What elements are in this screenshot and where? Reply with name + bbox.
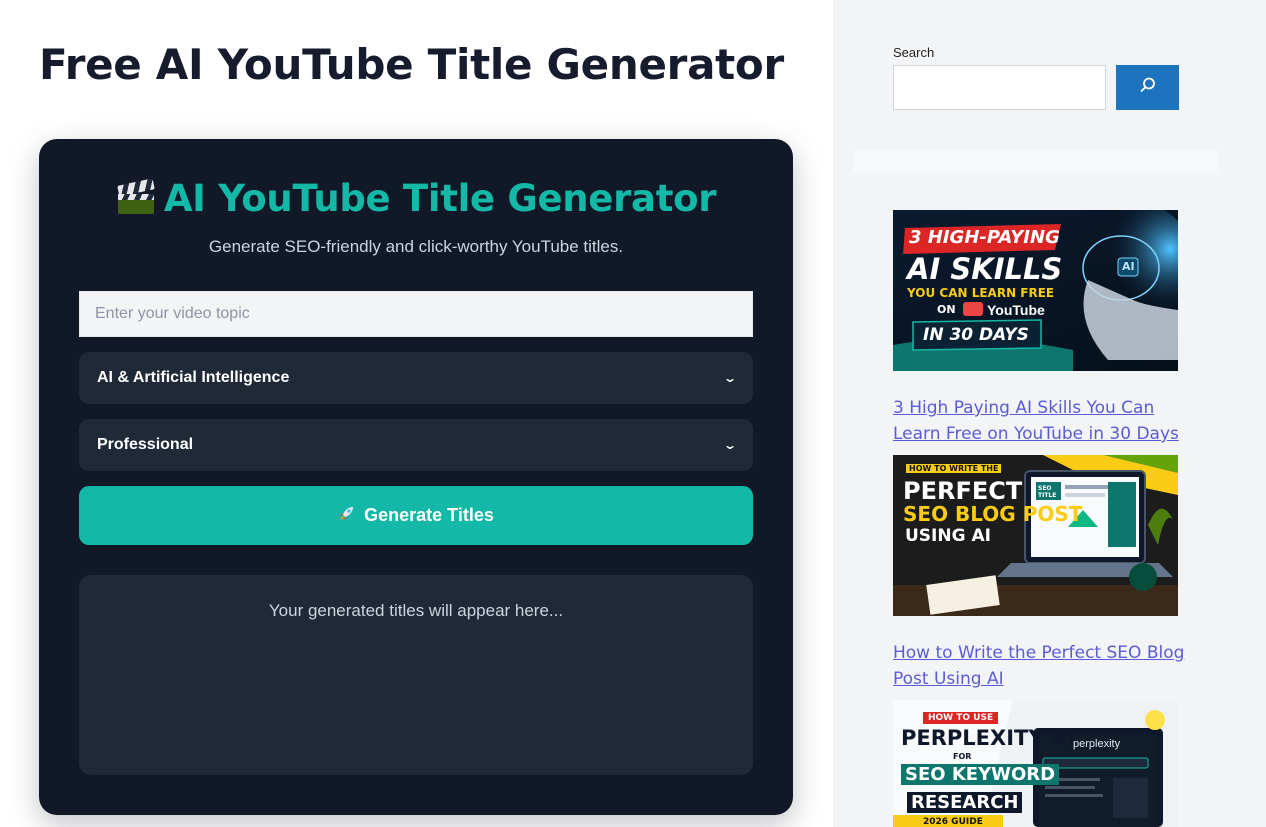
- tool-heading: AI YouTube Title Generator: [39, 177, 793, 220]
- chevron-down-icon: ⌄: [722, 438, 738, 452]
- titles-output-panel: Your generated titles will appear here..…: [79, 575, 753, 775]
- post-link-ai-skills[interactable]: 3 High Paying AI Skills You Can Learn Fr…: [893, 395, 1193, 447]
- tool-subheading: Generate SEO-friendly and click-worthy Y…: [208, 237, 624, 256]
- post-thumbnail-ai-skills[interactable]: 3 HIGH-PAYING AI SKILLS YOU CAN LEARN FR…: [893, 210, 1178, 371]
- search-input[interactable]: [893, 65, 1106, 110]
- category-select[interactable]: AI & Artificial Intelligence ⌄: [79, 352, 753, 404]
- post-thumbnail-perplexity[interactable]: HOW TO USE PERPLEXITY AI FOR SEO KEYWORD…: [893, 700, 1178, 827]
- search-button[interactable]: [1116, 65, 1179, 110]
- output-placeholder: Your generated titles will appear here..…: [268, 601, 564, 620]
- search-icon: [1139, 76, 1157, 99]
- post-thumbnail-seo-blog-post[interactable]: HOW TO WRITE THE PERFECT SEO BLOG POST U…: [893, 455, 1178, 616]
- generate-titles-label: Generate Titles: [364, 505, 494, 525]
- sidebar: Search 3 HIGH-PAYING AI SKILLS YOU CAN L…: [833, 0, 1266, 827]
- video-topic-input[interactable]: [79, 291, 753, 337]
- clapper-board-icon: [116, 178, 156, 216]
- tone-select[interactable]: Professional ⌄: [79, 419, 753, 471]
- rocket-icon: [338, 504, 356, 527]
- category-select-value: AI & Artificial Intelligence: [97, 369, 290, 386]
- post-link-seo-blog-post[interactable]: How to Write the Perfect SEO Blog Post U…: [893, 640, 1193, 692]
- page-title: Free AI YouTube Title Generator: [39, 40, 784, 89]
- generate-titles-button[interactable]: Generate Titles: [79, 486, 753, 545]
- tone-select-value: Professional: [97, 436, 194, 453]
- tool-heading-text: AI YouTube Title Generator: [163, 177, 717, 220]
- search-label: Search: [893, 45, 935, 60]
- main-content: Free AI YouTube Title Generator AI YouTu…: [0, 0, 833, 827]
- sidebar-divider: [853, 150, 1218, 172]
- title-generator-card: AI YouTube Title Generator Generate SEO-…: [39, 139, 793, 815]
- chevron-down-icon: ⌄: [722, 371, 738, 385]
